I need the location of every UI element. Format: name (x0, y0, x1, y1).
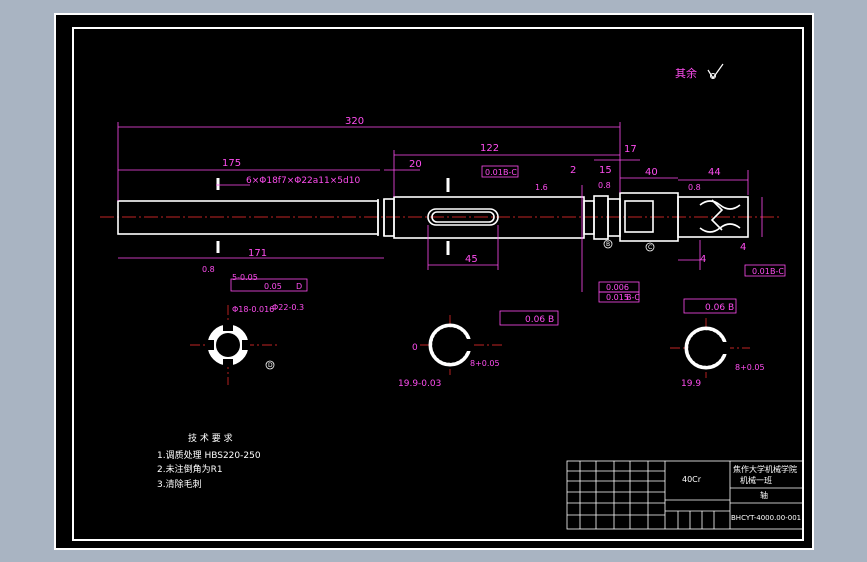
tol-frame-2-value: 0.05 (264, 282, 282, 291)
spline-small-dia: Φ18-0.016 (232, 305, 274, 314)
title-part-name: 轴 (760, 490, 768, 500)
dim-end-4b: 4 (740, 242, 746, 253)
dim-step-15: 15 (599, 165, 612, 176)
dim-groove: 2 (570, 165, 576, 176)
keyway-depth-a: 19.9-0.03 (398, 379, 441, 389)
dim-step-40: 40 (645, 167, 658, 178)
tol-0-8c: 0.8 (202, 265, 215, 274)
dim-end-4a: 4 (700, 254, 706, 265)
tol-frame-2-datum: D (296, 282, 302, 291)
keyway-depth-b: 19.9 (681, 379, 701, 389)
cad-drawing-window: 其余 320 175 171 6×Φ18f7×Φ22a11×5d10 20 12… (0, 0, 867, 562)
spline-tol-small: 5-0.05 (232, 273, 258, 282)
datum-c-label: C (648, 244, 652, 251)
title-drawing-number: BHCYT-4000.00-001 (731, 514, 801, 522)
tech-note-1: 1.调质处理 HBS220-250 (157, 449, 261, 461)
title-school: 焦作大学机械学院 (733, 464, 797, 474)
zero-label: 0 (412, 343, 418, 353)
tech-notes-title: 技 术 要 求 (188, 432, 233, 444)
tol-frame-3-datum: B (548, 315, 554, 325)
spline-large-dia: Φ22-0.3 (272, 303, 304, 312)
datum-b-label: B (606, 241, 610, 248)
dim-collar: 20 (409, 159, 422, 170)
dim-step-44: 44 (708, 167, 721, 178)
tol-frame-1-value: 0.01 (485, 168, 503, 177)
tol-frame-4-value: 0.06 (705, 303, 725, 313)
roughness-note: 其余 (675, 66, 697, 80)
tech-note-3: 3.清除毛刺 (157, 478, 202, 490)
keyway-width-a: 8+0.05 (470, 359, 500, 368)
tol-1-6: 1.6 (535, 183, 548, 192)
dim-left-section: 175 (222, 158, 241, 169)
tol-frame-1-datum: B-C (503, 168, 517, 177)
tol-0-8b: 0.8 (688, 183, 701, 192)
drawing-canvas: 其余 320 175 171 6×Φ18f7×Φ22a11×5d10 20 12… (54, 13, 814, 550)
dim-spline-spec: 6×Φ18f7×Φ22a11×5d10 (246, 176, 360, 186)
title-material: 40Cr (682, 475, 702, 484)
dim-right-section: 122 (480, 143, 499, 154)
tol-frame-5-value: 0.006 (606, 283, 629, 292)
title-class: 机械一班 (740, 475, 772, 485)
tol-frame-4-datum: B (728, 303, 734, 313)
dim-overall-length: 320 (345, 116, 364, 127)
tol-frame-6-datum: B-C (626, 293, 640, 302)
keyway-width-b: 8+0.05 (735, 363, 765, 372)
dim-step-17: 17 (624, 144, 637, 155)
tol-frame-7-datum: B-C (770, 267, 784, 276)
dim-keyway-length: 45 (465, 254, 478, 265)
datum-d-label: D (268, 362, 273, 369)
tol-frame-7-value: 0.01 (752, 267, 770, 276)
tol-frame-3-value: 0.06 (525, 315, 545, 325)
tech-note-2: 2.未注倒角为R1 (157, 463, 223, 475)
tol-0-8a: 0.8 (598, 181, 611, 190)
dim-left-inner: 171 (248, 248, 267, 259)
